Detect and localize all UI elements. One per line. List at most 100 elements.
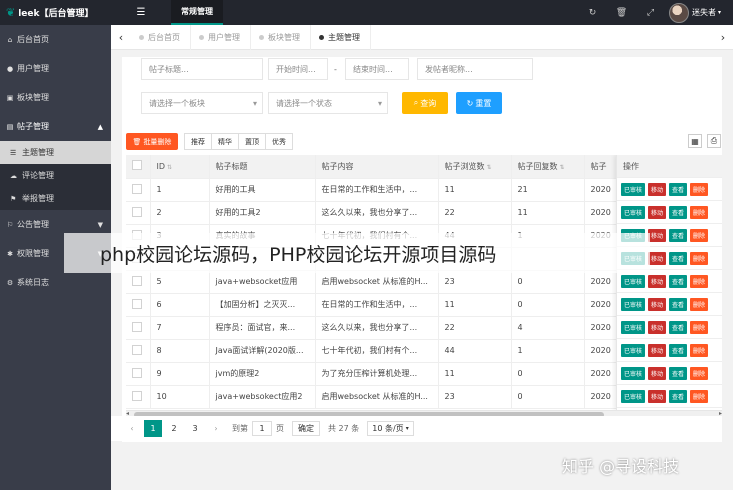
search-button[interactable]: ⌕ 查询 [402,92,448,114]
column-header-id[interactable]: ID ⇅ [150,155,210,179]
sidebar-item-reports[interactable]: ⚑ 举报管理 [0,187,111,210]
checkbox-cell[interactable] [126,270,151,294]
page-size-select[interactable]: 10 条/页 ▾ [367,421,414,436]
delete-button[interactable]: 删除 [690,343,709,357]
start-time-input[interactable]: 开始时间... [268,58,328,80]
columns-icon[interactable]: ▦ [688,134,702,148]
trash-icon[interactable]: 🗑 [607,8,636,18]
checkbox-cell[interactable] [126,178,151,202]
move-button[interactable]: 移动 [648,228,667,242]
audit-button[interactable]: 已审核 [621,182,646,196]
page-3-button[interactable]: 3 [186,420,204,437]
row-checkbox[interactable] [132,344,142,355]
audit-button[interactable]: 已审核 [621,205,646,219]
chevron-left-icon[interactable]: ‹ [111,31,131,44]
sidebar-item-home[interactable]: ⌂ 后台首页 [0,25,111,54]
audit-button[interactable]: 已审核 [621,297,646,311]
audit-button[interactable]: 已审核 [621,320,646,334]
column-header-views[interactable]: 帖子浏览数 ⇅ [438,155,512,179]
sidebar-item-boards[interactable]: ▣ 板块管理 [0,83,111,112]
tag-excellent-button[interactable]: 优秀 [265,133,293,150]
tab-boards[interactable]: 板块管理 [251,24,311,50]
delete-button[interactable]: 删除 [690,251,709,265]
sidebar-item-users[interactable]: ● 用户管理 [0,54,111,83]
row-checkbox[interactable] [132,183,142,194]
view-button[interactable]: 查看 [669,320,688,334]
view-button[interactable]: 查看 [669,251,688,265]
delete-button[interactable]: 删除 [690,366,709,380]
view-button[interactable]: 查看 [669,297,688,311]
view-button[interactable]: 查看 [669,274,688,288]
batch-delete-button[interactable]: 🗑 批量删除 [126,133,178,150]
move-button[interactable]: 移动 [648,320,667,334]
checkbox-cell[interactable] [126,339,151,363]
audit-button[interactable]: 已审核 [621,389,646,403]
end-time-input[interactable]: 结束时间... [345,58,409,80]
move-button[interactable]: 移动 [648,251,667,265]
delete-button[interactable]: 删除 [690,389,709,403]
tag-top-button[interactable]: 置顶 [238,133,266,150]
view-button[interactable]: 查看 [669,228,688,242]
print-icon[interactable]: ⎙ [707,134,721,148]
column-header-replies[interactable]: 帖子回复数 ⇅ [511,155,585,179]
delete-button[interactable]: 删除 [690,182,709,196]
delete-button[interactable]: 删除 [690,320,709,334]
view-button[interactable]: 查看 [669,182,688,196]
row-checkbox[interactable] [132,206,142,217]
board-select[interactable]: 请选择一个板块 [141,92,263,114]
checkbox-cell[interactable] [126,316,151,340]
row-checkbox[interactable] [132,298,142,309]
chevron-right-icon[interactable]: › [713,31,733,44]
move-button[interactable]: 移动 [648,182,667,196]
author-input[interactable]: 发帖者昵称... [417,58,533,80]
row-checkbox[interactable] [132,367,142,378]
sidebar-item-posts[interactable]: ▤ 帖子管理 ▲ [0,112,111,141]
select-all-checkbox[interactable] [132,160,142,171]
view-button[interactable]: 查看 [669,366,688,380]
fullscreen-icon[interactable]: ⤢ [636,8,665,18]
reset-button[interactable]: ↻ 重置 [456,92,502,114]
next-page-button[interactable]: › [207,420,225,437]
tab-users[interactable]: 用户管理 [191,24,251,50]
status-select[interactable]: 请选择一个状态 [268,92,388,114]
menu-toggle-icon[interactable]: ☰ [111,7,171,18]
page-2-button[interactable]: 2 [165,420,183,437]
top-tab-general[interactable]: 常规管理 [171,0,223,25]
checkbox-cell[interactable] [126,362,151,386]
delete-button[interactable]: 删除 [690,205,709,219]
sort-icon[interactable]: ⇅ [167,164,172,171]
sidebar-item-topics[interactable]: ☰ 主题管理 [0,141,111,164]
delete-button[interactable]: 删除 [690,274,709,288]
delete-button[interactable]: 删除 [690,297,709,311]
move-button[interactable]: 移动 [648,297,667,311]
refresh-icon[interactable]: ↻ [578,8,607,18]
move-button[interactable]: 移动 [648,343,667,357]
audit-button[interactable]: 已审核 [621,343,646,357]
view-button[interactable]: 查看 [669,205,688,219]
user-menu[interactable]: 迷失者 ▾ [665,2,733,23]
tab-home[interactable]: 后台首页 [131,24,191,50]
move-button[interactable]: 移动 [648,205,667,219]
sidebar-item-comments[interactable]: ☁ 评论管理 [0,164,111,187]
row-checkbox[interactable] [132,390,142,401]
delete-button[interactable]: 删除 [690,228,709,242]
move-button[interactable]: 移动 [648,274,667,288]
move-button[interactable]: 移动 [648,389,667,403]
audit-button[interactable]: 已审核 [621,366,646,380]
sort-icon[interactable]: ⇅ [487,164,492,171]
tab-topics[interactable]: 主题管理 [311,24,371,50]
goto-page-input[interactable]: 1 [252,421,272,436]
tag-recommend-button[interactable]: 推荐 [184,133,212,150]
checkbox-cell[interactable] [126,293,151,317]
audit-button[interactable]: 已审核 [621,274,646,288]
row-checkbox[interactable] [132,321,142,332]
prev-page-button[interactable]: ‹ [123,420,141,437]
title-input[interactable]: 帖子标题... [141,58,263,80]
checkbox-cell[interactable] [126,201,151,225]
checkbox-cell[interactable] [126,385,151,409]
tag-essence-button[interactable]: 精华 [211,133,239,150]
move-button[interactable]: 移动 [648,366,667,380]
view-button[interactable]: 查看 [669,389,688,403]
page-1-button[interactable]: 1 [144,420,162,437]
view-button[interactable]: 查看 [669,343,688,357]
